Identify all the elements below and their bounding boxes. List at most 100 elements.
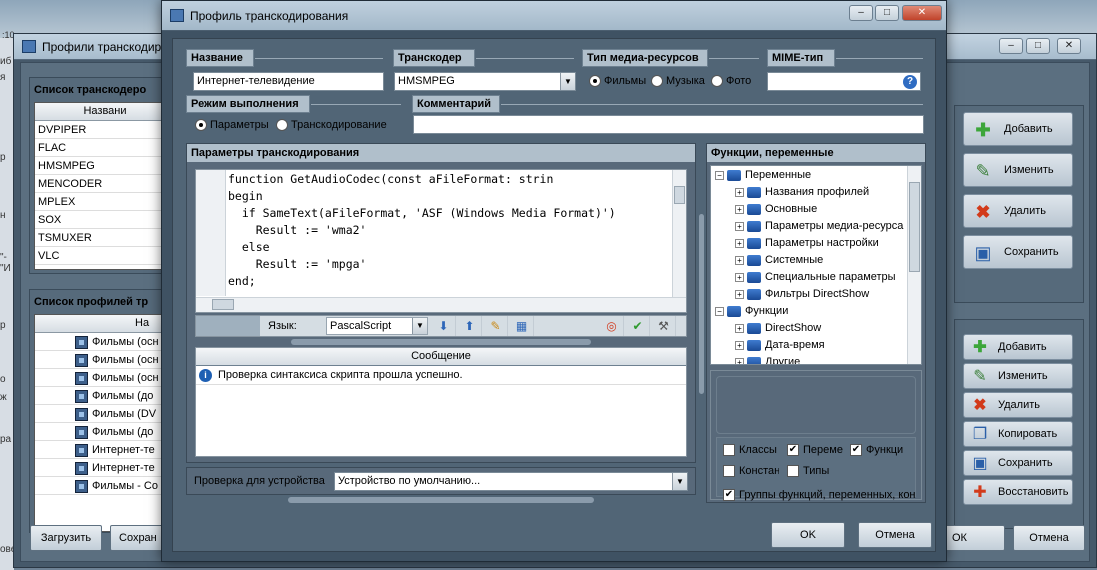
mode-transcode-radio[interactable] — [276, 119, 288, 131]
scroll-thumb[interactable] — [674, 186, 685, 204]
add-transcoder-button[interactable]: ✚ Добавить — [963, 112, 1073, 146]
media-photo-radio[interactable] — [711, 75, 723, 87]
cancel-button[interactable]: Отмена — [1013, 525, 1085, 551]
copy-profile-button[interactable]: ❐ Копировать — [963, 421, 1073, 447]
tree-node[interactable]: + Фильтры DirectShow — [735, 286, 869, 303]
edit-transcoder-button[interactable]: ✎ Изменить — [963, 153, 1073, 187]
list-item[interactable]: Фильмы (до — [92, 426, 153, 438]
download-icon[interactable]: ⬇ — [432, 316, 456, 336]
message-row[interactable]: i Проверка синтаксиса скрипта прошла усп… — [196, 367, 686, 385]
classes-checkbox[interactable] — [723, 444, 735, 456]
close-button[interactable]: ✕ — [902, 5, 942, 21]
save-transcoder-button[interactable]: ▣ Сохранить — [963, 235, 1073, 269]
list-item[interactable]: Фильмы (DV — [92, 408, 156, 420]
expand-icon[interactable]: + — [735, 255, 744, 265]
tree-node[interactable]: + Названия профилей — [735, 184, 869, 201]
expand-icon[interactable]: + — [735, 187, 744, 197]
expand-icon[interactable]: + — [735, 204, 744, 214]
tools-icon[interactable]: ⚒ — [652, 316, 676, 336]
list-item[interactable]: TSMUXER — [35, 229, 175, 247]
list-item[interactable]: Фильмы - Со — [92, 480, 158, 492]
media-music-radio[interactable] — [651, 75, 663, 87]
load-button[interactable]: Загрузить — [30, 525, 102, 551]
expand-icon[interactable]: + — [735, 357, 744, 364]
editor-hscrollbar[interactable] — [196, 297, 686, 312]
ok-button[interactable]: OK — [771, 522, 845, 548]
upload-icon[interactable]: ⬆ — [458, 316, 482, 336]
types-checkbox[interactable] — [787, 465, 799, 477]
minimize-button[interactable]: – — [849, 5, 873, 21]
maximize-button[interactable]: □ — [875, 5, 899, 21]
chevron-down-icon[interactable]: ▼ — [560, 73, 575, 90]
expand-icon[interactable]: + — [735, 323, 744, 333]
list-item[interactable]: MENCODER — [35, 175, 175, 193]
list-item[interactable]: FLAC — [35, 139, 175, 157]
splitter-handle[interactable] — [288, 497, 594, 503]
lifebuoy-icon[interactable]: ◎ — [600, 316, 624, 336]
list-item[interactable]: DVPIPER — [35, 121, 175, 139]
mime-input[interactable] — [767, 72, 921, 91]
transcoder-select[interactable]: HMSMPEG ▼ — [394, 72, 576, 91]
transcoders-list[interactable]: Названи DVPIPER FLAC HMSMPEG MENCODER MP… — [34, 102, 176, 270]
tree-node[interactable]: + Другие — [735, 354, 800, 364]
script-icon[interactable]: ✎ — [484, 316, 508, 336]
expand-icon[interactable]: + — [735, 238, 744, 248]
tree-node[interactable]: + Специальные параметры — [735, 269, 896, 286]
close-button[interactable]: ✕ — [1057, 38, 1081, 54]
comment-input[interactable] — [413, 115, 924, 134]
restore-profile-button[interactable]: ✚ Восстановить — [963, 479, 1073, 505]
list-item[interactable]: MPLEX — [35, 193, 175, 211]
ok-button[interactable]: ОК — [939, 525, 1005, 551]
expand-icon[interactable]: + — [735, 289, 744, 299]
transcoders-column-name[interactable]: Названи — [35, 103, 175, 121]
list-item[interactable]: Фильмы (осн — [92, 372, 159, 384]
tree-node[interactable]: + Дата-время — [735, 337, 825, 354]
tree-node[interactable]: + Параметры настройки — [735, 235, 879, 252]
check-icon[interactable]: ✔ — [626, 316, 650, 336]
list-item[interactable]: Фильмы (осн — [92, 354, 159, 366]
add-profile-button[interactable]: ✚ Добавить — [963, 334, 1073, 360]
list-item[interactable]: Интернет-те — [92, 444, 155, 456]
splitter-handle[interactable] — [291, 339, 591, 345]
groups-checkbox[interactable]: ✔ — [723, 489, 735, 501]
calculator-icon[interactable]: ▦ — [510, 316, 534, 336]
delete-transcoder-button[interactable]: ✖ Удалить — [963, 194, 1073, 228]
expand-icon[interactable]: + — [735, 272, 744, 282]
name-input[interactable]: Интернет-телевидение — [193, 72, 384, 91]
language-select[interactable]: PascalScript ▼ — [326, 317, 428, 335]
media-films-radio[interactable] — [589, 75, 601, 87]
device-select[interactable]: Устройство по умолчанию... ▼ — [334, 472, 688, 491]
tree-node[interactable]: + DirectShow — [735, 320, 821, 337]
help-icon[interactable]: ? — [903, 75, 917, 89]
collapse-icon[interactable]: − — [715, 170, 724, 180]
maximize-button[interactable]: □ — [1026, 38, 1050, 54]
functions-checkbox[interactable]: ✔ — [850, 444, 862, 456]
chevron-down-icon[interactable]: ▼ — [412, 318, 427, 334]
minimize-button[interactable]: – — [999, 38, 1023, 54]
chevron-down-icon[interactable]: ▼ — [672, 473, 687, 490]
list-item[interactable]: HMSMPEG — [35, 157, 175, 175]
save-profile-button[interactable]: ▣ Сохранить — [963, 450, 1073, 476]
tree-node[interactable]: + Системные — [735, 252, 823, 269]
list-item[interactable]: SOX — [35, 211, 175, 229]
script-editor[interactable]: function GetAudioCodec(const aFileFormat… — [195, 169, 687, 313]
list-item[interactable]: Фильмы (до — [92, 390, 153, 402]
scroll-thumb[interactable] — [909, 182, 920, 272]
splitter-handle[interactable] — [699, 214, 704, 394]
scroll-thumb[interactable] — [212, 299, 234, 310]
tree-node[interactable]: − Переменные — [715, 167, 811, 184]
cancel-button[interactable]: Отмена — [858, 522, 932, 548]
profiles-column-name[interactable]: На — [35, 315, 175, 333]
editor-vscrollbar[interactable] — [672, 170, 686, 297]
delete-profile-button[interactable]: ✖ Удалить — [963, 392, 1073, 418]
variables-checkbox[interactable]: ✔ — [787, 444, 799, 456]
tree-node[interactable]: − Функции — [715, 303, 788, 320]
expand-icon[interactable]: + — [735, 340, 744, 350]
list-item[interactable]: Интернет-те — [92, 462, 155, 474]
tree-node[interactable]: + Основные — [735, 201, 817, 218]
tree-node[interactable]: + Параметры медиа-ресурса — [735, 218, 903, 235]
constants-checkbox[interactable] — [723, 465, 735, 477]
list-item[interactable]: VLC — [35, 247, 175, 265]
functions-tree[interactable]: − Переменные + Названия профилей + Основные + П… — [710, 165, 922, 365]
mode-params-radio[interactable] — [195, 119, 207, 131]
